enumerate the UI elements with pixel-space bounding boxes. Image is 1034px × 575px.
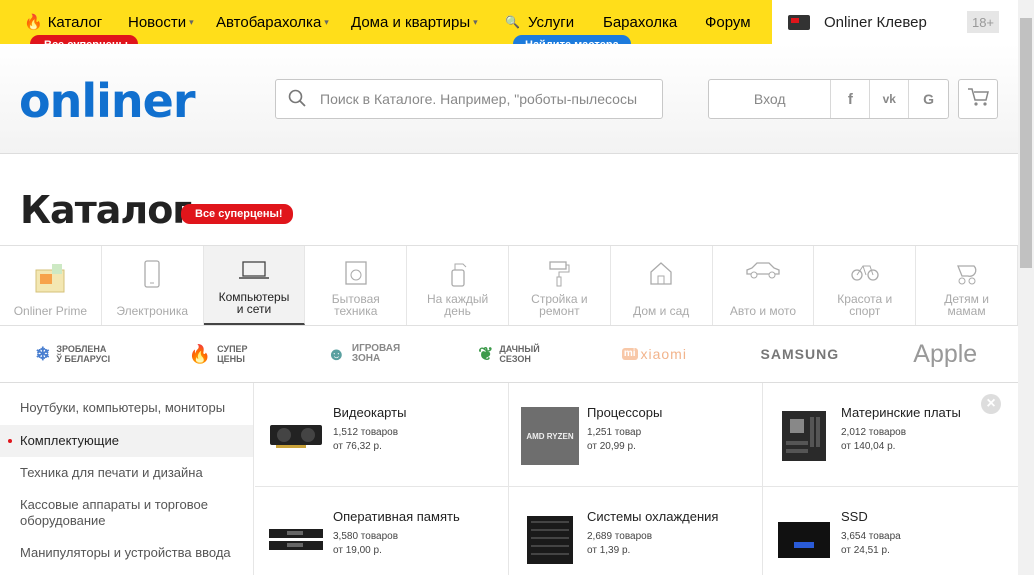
spray-bottle-icon	[447, 260, 469, 290]
cooler-image	[521, 511, 579, 569]
tab-electronics[interactable]: Электроника	[102, 246, 204, 325]
product-card-cooling[interactable]: Системы охлаждения 2,689 товаров от 1,39…	[509, 487, 763, 575]
sidebar-item-components[interactable]: Комплектующие	[0, 425, 253, 457]
chevron-down-icon: ▾	[324, 16, 329, 27]
laptop-icon	[238, 260, 270, 282]
close-icon[interactable]: ×	[981, 394, 1001, 414]
clever-card-icon	[788, 14, 810, 30]
page-title: Каталог	[20, 188, 192, 232]
product-card-ssd[interactable]: SSD 3,654 товара от 24,51 р.	[763, 487, 1018, 575]
cart-button[interactable]	[958, 79, 998, 119]
gpu-image	[267, 407, 325, 465]
sidebar-item-print-design[interactable]: Техника для печати и дизайна	[0, 457, 253, 489]
promo-brands-row: ❄ ЗРОБЛЕНА Ў БЕЛАРУСІ 🔥 СУПЕР ЦЕНЫ ☻ ИГРОВ…	[0, 326, 1018, 383]
gamer-icon: ☻	[326, 344, 346, 364]
sidebar-item-notebooks[interactable]: Ноутбуки, компьютеры, мониторы	[0, 391, 253, 425]
tab-everyday[interactable]: На каждый день	[407, 246, 509, 325]
tab-appliances[interactable]: Бытовая техника	[305, 246, 408, 325]
tab-kids[interactable]: Детям и мамам	[916, 246, 1018, 325]
brand-samsung[interactable]: SAMSUNG	[727, 347, 872, 361]
stroller-icon	[953, 260, 981, 288]
phone-icon	[142, 260, 162, 290]
vk-icon[interactable]: vk	[869, 80, 908, 118]
sidebar-item-cash-registers[interactable]: Кассовые аппараты и торговое оборудовани…	[0, 489, 253, 537]
house-icon	[648, 260, 674, 288]
header: onliner Поиск в Каталоге. Например, "роб…	[0, 44, 1018, 154]
paint-roller-icon	[547, 260, 571, 290]
search-icon: 🔍	[505, 15, 520, 29]
catalog-sidebar: Ноутбуки, компьютеры, мониторы Комплекту…	[0, 383, 254, 575]
cart-icon	[967, 87, 989, 112]
search-icon	[288, 89, 306, 110]
facebook-icon[interactable]: f	[830, 80, 869, 118]
product-grid: Видеокарты 1,512 товаров от 76,32 р. AMD…	[255, 383, 1018, 575]
tab-construction[interactable]: Стройка и ремонт	[509, 246, 611, 325]
nav-item-news[interactable]: Новости ▾	[128, 0, 194, 44]
brand-xiaomi[interactable]: mi xiaomi	[582, 347, 727, 361]
search-input[interactable]: Поиск в Каталоге. Например, "роботы-пыле…	[275, 79, 663, 119]
title-superprice-badge[interactable]: Все суперцены!	[181, 204, 293, 224]
page-scrollbar[interactable]	[1018, 0, 1034, 575]
ram-image	[267, 511, 325, 569]
brand-dacha-season[interactable]: ❦ ДАЧНЫЙ СЕЗОН	[436, 344, 581, 364]
login-button[interactable]: Вход	[709, 80, 830, 118]
prime-box-icon	[30, 260, 70, 298]
cpu-image: AMD RYZEN	[521, 407, 579, 465]
age-rating-badge: 18+	[967, 11, 999, 33]
google-icon[interactable]: G	[908, 80, 948, 118]
login-group: Вход f vk G	[708, 79, 949, 119]
product-card-cpu[interactable]: AMD RYZEN Процессоры 1,251 товар от 20,9…	[509, 383, 763, 487]
car-icon	[745, 260, 781, 282]
sidebar-item-input-devices[interactable]: Манипуляторы и устройства ввода	[0, 537, 253, 569]
onliner-logo[interactable]: onliner	[19, 74, 196, 128]
fire-icon: 🔥	[24, 14, 43, 31]
chevron-down-icon: ▾	[189, 16, 194, 27]
tab-auto-moto[interactable]: Авто и мото	[713, 246, 815, 325]
tab-home-garden[interactable]: Дом и сад	[611, 246, 713, 325]
snowflake-icon: ❄	[35, 344, 51, 364]
brand-super-prices[interactable]: 🔥 СУПЕР ЦЕНЫ	[145, 344, 290, 364]
brand-made-in-belarus[interactable]: ❄ ЗРОБЛЕНА Ў БЕЛАРУСІ	[0, 344, 145, 364]
product-card-motherboard[interactable]: Материнские платы 2,012 товаров от 140,0…	[763, 383, 1018, 487]
nav-item-forum[interactable]: Форум	[705, 0, 751, 44]
brand-game-zone[interactable]: ☻ ИГРОВАЯ ЗОНА	[291, 344, 436, 364]
product-card-gpu[interactable]: Видеокарты 1,512 товаров от 76,32 р.	[255, 383, 509, 487]
fire-icon: 🔥	[188, 344, 212, 364]
clever-link[interactable]: Onliner Клевер 18+	[772, 0, 1018, 44]
scrollbar-thumb[interactable]	[1020, 18, 1032, 268]
xiaomi-logo-icon: mi	[621, 348, 638, 360]
brand-apple[interactable]: Apple	[873, 342, 1018, 367]
ssd-image	[775, 511, 833, 569]
category-tabs: Onliner Prime Электроника Компьютеры и с…	[0, 245, 1018, 326]
sprout-icon: ❦	[478, 344, 494, 364]
nav-item-realty[interactable]: Дома и квартиры ▾	[351, 0, 478, 44]
tab-beauty-sport[interactable]: Красота и спорт	[814, 246, 917, 325]
motherboard-image	[775, 407, 833, 465]
top-navbar: 🔥 Каталог Новости ▾ Автобарахолка ▾ Дома и…	[0, 0, 1018, 44]
washing-machine-icon	[344, 260, 368, 288]
tab-onliner-prime[interactable]: Onliner Prime	[0, 246, 102, 325]
tab-computers[interactable]: Компьютеры и сети	[203, 246, 306, 325]
nav-item-autobaraholka[interactable]: Автобарахолка ▾	[216, 0, 329, 44]
bicycle-icon	[850, 260, 880, 284]
chevron-down-icon: ▾	[473, 16, 478, 27]
product-card-ram[interactable]: Оперативная память 3,580 товаров от 19,0…	[255, 487, 509, 575]
